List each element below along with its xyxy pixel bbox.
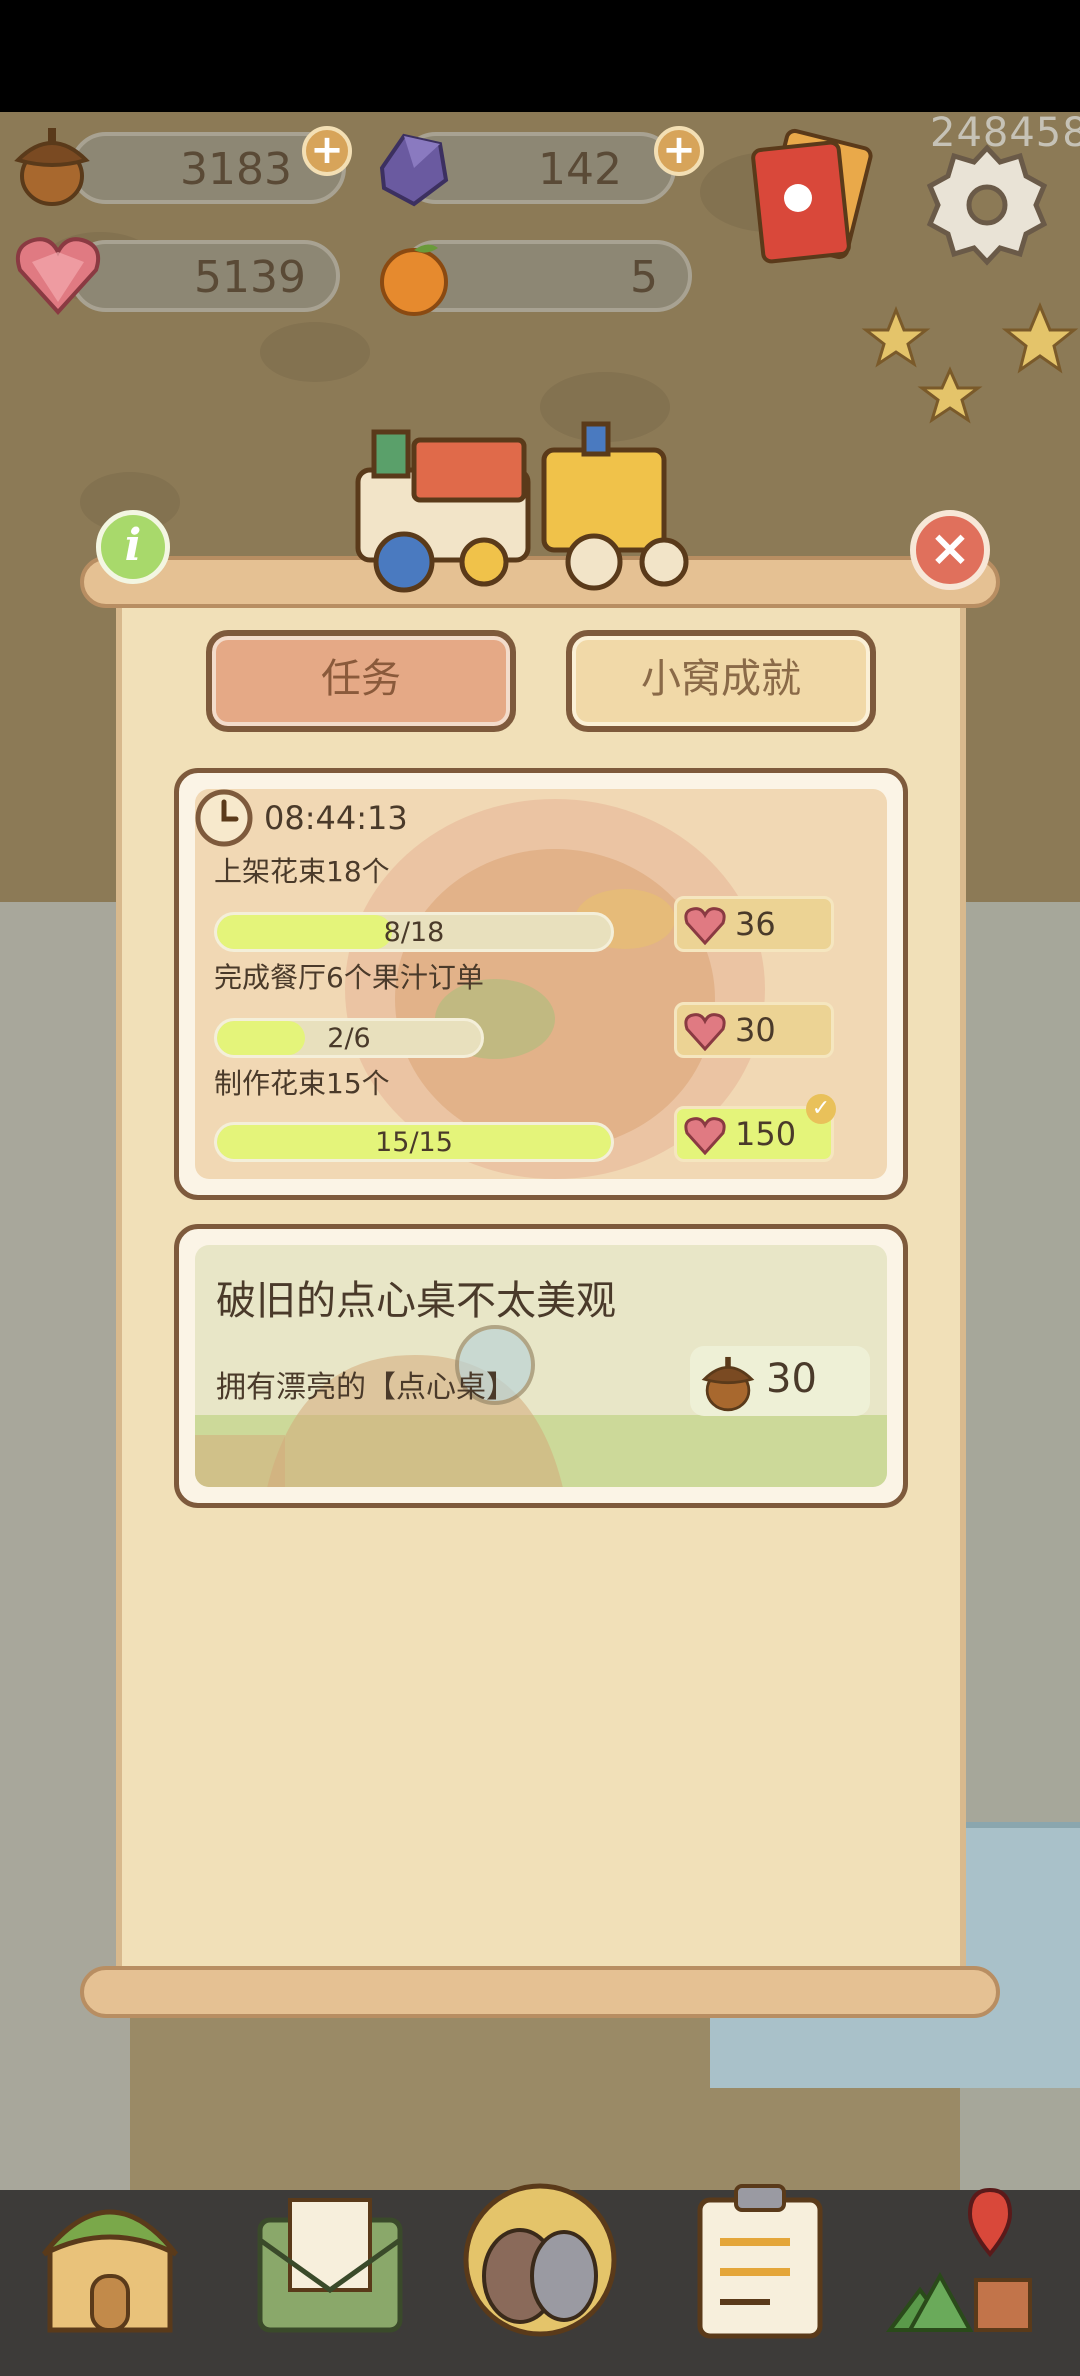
add-acorns-button[interactable]: + (302, 126, 352, 176)
task-progress-text: 2/6 (327, 1023, 371, 1054)
acorn-icon (14, 128, 90, 206)
add-gems-button[interactable]: + (654, 126, 704, 176)
close-button[interactable]: × (910, 510, 990, 590)
achievement-description: 拥有漂亮的【点心桌】 (216, 1370, 516, 1405)
toy-train-icon (355, 421, 689, 593)
house-nav-icon[interactable] (30, 2180, 190, 2340)
star-decoration (861, 302, 1079, 424)
heart-gem-icon (684, 1013, 726, 1051)
heart-counter: 5139 (70, 240, 340, 312)
achievement-reward-amount: 30 (766, 1356, 817, 1402)
task-reward[interactable]: 36 (674, 896, 834, 952)
task-progress-text: 15/15 (375, 1127, 453, 1158)
task-timer: 08:44:13 (194, 788, 408, 848)
achievement-reward: 30 (690, 1346, 870, 1416)
card-pack-icon[interactable] (740, 126, 890, 276)
task-progress-bar: 8/18 (214, 912, 614, 952)
timer-text: 08:44:13 (264, 799, 408, 837)
map-nav-icon[interactable] (880, 2180, 1040, 2340)
task-reward[interactable]: 30 (674, 1002, 834, 1058)
achievement-title: 破旧的点心桌不太美观 (216, 1278, 616, 1324)
clock-icon (195, 789, 253, 847)
task-reward-amount: 150 (735, 1115, 797, 1153)
info-button[interactable]: i (96, 510, 170, 584)
task-title: 制作花束15个 (214, 1067, 390, 1100)
heart-gem-icon (684, 1117, 726, 1155)
task-reward-amount: 36 (735, 905, 776, 943)
task-progress-bar: 15/15 (214, 1122, 614, 1162)
acorn-icon (701, 1356, 755, 1412)
gem-icon (379, 133, 449, 207)
clipboard-nav-icon[interactable] (680, 2180, 840, 2340)
heart-count: 5139 (194, 252, 306, 303)
player-id: 248458 (930, 110, 1080, 156)
board-bottom-rod (80, 1966, 1000, 2018)
gear-icon[interactable] (922, 140, 1052, 270)
check-icon: ✓ (806, 1094, 836, 1124)
status-bar (0, 0, 1080, 112)
floor-right (960, 902, 1080, 2376)
acorn-count: 3183 (180, 144, 292, 195)
tab-home-achievements[interactable]: 小窝成就 (566, 630, 876, 732)
task-progress-bar: 2/6 (214, 1018, 484, 1058)
mail-nav-icon[interactable] (250, 2180, 410, 2340)
friends-nav-icon[interactable] (460, 2180, 620, 2340)
floor-left (0, 902, 130, 2376)
task-reward-amount: 30 (735, 1011, 776, 1049)
orange-icon (380, 244, 448, 316)
gem-count: 142 (538, 144, 622, 195)
heart-gem-icon (15, 237, 101, 315)
task-title: 上架花束18个 (214, 855, 390, 888)
tab-tasks[interactable]: 任务 (206, 630, 516, 732)
orange-count: 5 (630, 252, 658, 303)
task-title: 完成餐厅6个果汁订单 (214, 961, 484, 994)
task-progress-text: 8/18 (383, 917, 445, 948)
heart-gem-icon (684, 907, 726, 945)
